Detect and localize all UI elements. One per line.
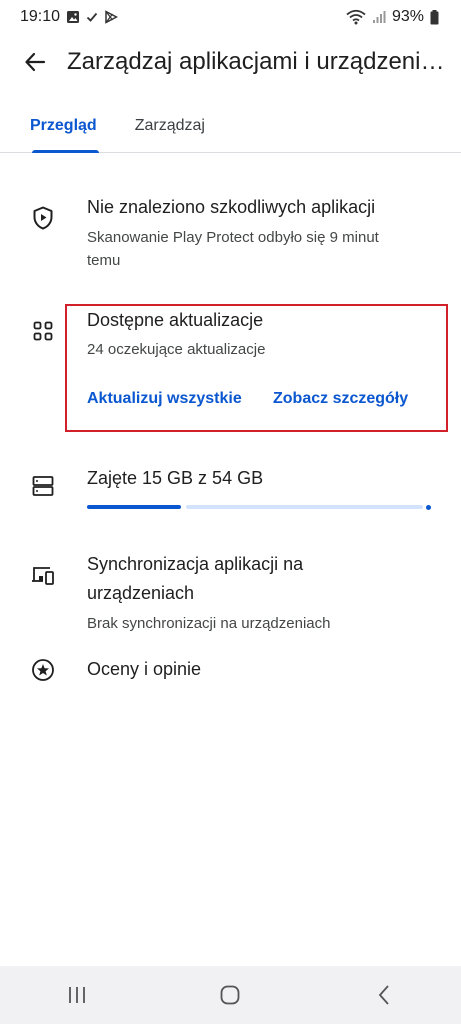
sync-section[interactable]: Synchronizacja aplikacji na urządzeniach…	[0, 545, 461, 640]
tab-manage-label: Zarządzaj	[134, 117, 205, 134]
devices-icon	[30, 563, 56, 589]
tab-manage[interactable]: Zarządzaj	[135, 100, 205, 152]
sync-title-1: Synchronizacja aplikacji na	[87, 554, 304, 574]
play-protect-section[interactable]: Nie znaleziono szkodliwych aplikacji Ska…	[0, 190, 461, 280]
battery-percent: 93%	[391, 8, 424, 25]
screen: 19:10 93% Zarządzaj aplikacjami i urządz…	[0, 0, 461, 1024]
page-title: Zarządzaj aplikacjami i urządzeniami	[67, 48, 451, 75]
status-time: 19:10	[20, 8, 61, 25]
app-bar: Zarządzaj aplikacjami i urządzeniami	[0, 34, 461, 90]
shield-play-icon	[30, 205, 56, 231]
play-store-icon	[104, 10, 119, 24]
home-button[interactable]	[200, 975, 260, 1015]
storage-progress-bar	[87, 504, 431, 510]
chevron-left-icon	[378, 985, 389, 1005]
sync-subtitle: Brak synchronizacji na urządzeniach	[87, 615, 331, 632]
home-icon	[221, 985, 240, 1005]
play-protect-subtitle-1: Skanowanie Play Protect odbyło się 9 min…	[87, 229, 379, 246]
play-protect-subtitle-2: temu	[87, 252, 121, 269]
back-nav-button[interactable]	[354, 975, 414, 1015]
ratings-title: Oceny i opinie	[87, 659, 202, 679]
recent-apps-button[interactable]	[47, 975, 107, 1015]
status-right: 93%	[346, 8, 439, 26]
system-nav-bar	[0, 966, 461, 1024]
play-protect-title: Nie znaleziono szkodliwych aplikacji	[87, 197, 376, 217]
check-icon	[86, 11, 98, 23]
recent-apps-icon	[68, 987, 85, 1003]
arrow-back-icon	[25, 52, 46, 72]
sync-title-2: urządzeniach	[87, 583, 195, 603]
tab-active-indicator	[32, 150, 99, 153]
back-button[interactable]	[15, 42, 55, 82]
tab-bar: Przegląd Zarządzaj	[0, 100, 461, 153]
storage-end-dot	[426, 504, 431, 510]
storage-used-fill	[87, 505, 181, 509]
tab-overview[interactable]: Przegląd	[30, 100, 99, 153]
status-left: 19:10	[20, 8, 119, 26]
storage-title: Zajęte 15 GB z 54 GB	[87, 468, 264, 488]
storage-icon	[30, 473, 56, 499]
wifi-icon	[346, 9, 366, 25]
star-circle-icon	[30, 657, 56, 683]
ratings-section[interactable]: Oceny i opinie	[0, 650, 461, 690]
storage-section[interactable]: Zajęte 15 GB z 54 GB	[0, 458, 461, 528]
image-icon	[66, 10, 80, 24]
signal-icon	[372, 10, 386, 24]
tab-overview-label: Przegląd	[30, 117, 97, 134]
battery-icon	[430, 9, 439, 25]
storage-free-track	[186, 505, 423, 509]
apps-grid-icon	[30, 318, 56, 344]
highlight-box	[65, 304, 448, 432]
status-bar: 19:10 93%	[0, 0, 461, 34]
